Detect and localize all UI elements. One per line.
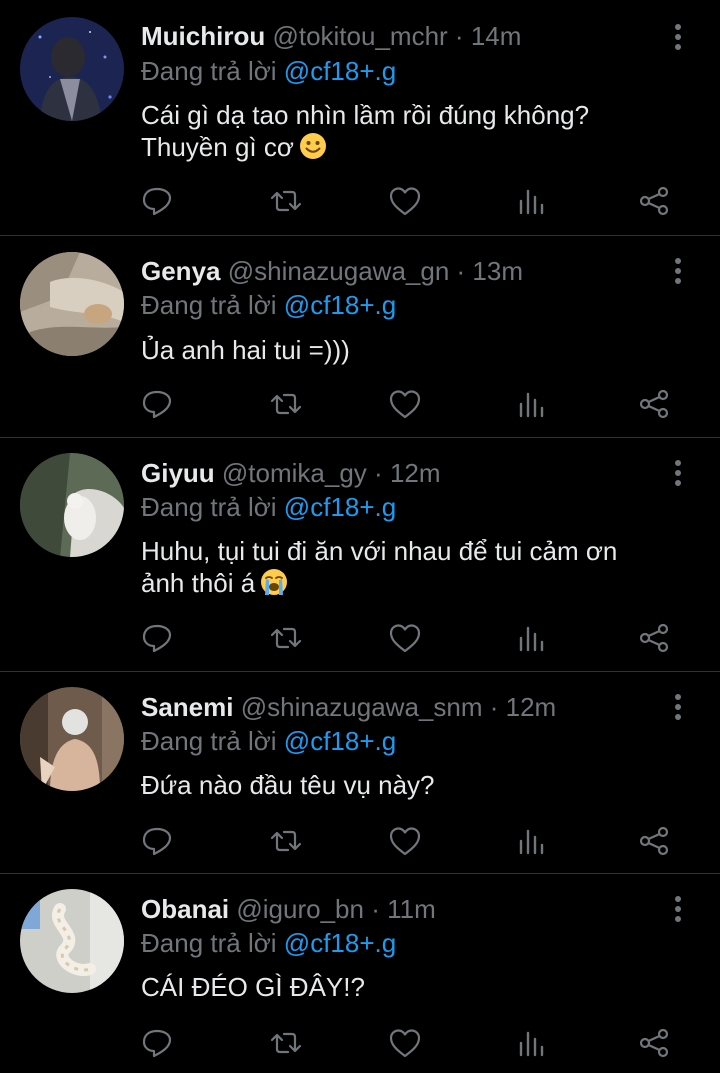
display-name[interactable]: Giyuu xyxy=(141,458,215,488)
views-icon[interactable] xyxy=(511,181,551,221)
share-icon[interactable] xyxy=(634,618,674,658)
replying-to: Đang trả lời @cf18+.g xyxy=(141,928,396,958)
share-icon[interactable] xyxy=(634,384,674,424)
replying-to: Đang trả lời @cf18+.g xyxy=(141,726,396,756)
replying-to: Đang trả lời @cf18+.g xyxy=(141,56,396,86)
tweet-text: Huhu, tụi tui đi ăn với nhau để tui cảm … xyxy=(141,535,681,599)
timestamp[interactable]: 12m xyxy=(390,458,441,488)
display-name[interactable]: Sanemi xyxy=(141,692,234,722)
share-icon[interactable] xyxy=(634,181,674,221)
display-name[interactable]: Muichirou xyxy=(141,21,265,51)
timestamp[interactable]: 13m xyxy=(472,256,523,286)
share-icon[interactable] xyxy=(634,821,674,861)
more-options-icon[interactable] xyxy=(666,22,690,52)
tweet-card[interactable]: Sanemi @shinazugawa_snm · 12m Đang trả l… xyxy=(0,671,720,873)
replying-to-label: Đang trả lời xyxy=(141,928,277,958)
tweet-text: Đứa nào đầu têu vụ này? xyxy=(141,769,681,801)
share-icon[interactable] xyxy=(634,1023,674,1063)
avatar[interactable] xyxy=(20,889,124,993)
tweet-text-line: CÁI ĐÉO GÌ ĐÂY!? xyxy=(141,972,365,1002)
like-icon[interactable] xyxy=(385,821,425,861)
avatar[interactable] xyxy=(20,17,124,121)
tweet-header: Obanai @iguro_bn · 11m xyxy=(141,894,436,924)
avatar[interactable] xyxy=(20,252,124,356)
replying-to-label: Đang trả lời xyxy=(141,492,277,522)
reply-icon[interactable] xyxy=(137,821,177,861)
like-icon[interactable] xyxy=(385,618,425,658)
mention-link[interactable]: @cf18+.g xyxy=(284,928,396,958)
separator-dot: · xyxy=(374,458,383,488)
separator-dot: · xyxy=(371,894,380,924)
views-icon[interactable] xyxy=(511,384,551,424)
tweet-header: Giyuu @tomika_gy · 12m xyxy=(141,458,441,488)
timestamp[interactable]: 11m xyxy=(387,894,436,924)
tweet-card[interactable]: Genya @shinazugawa_gn · 13m Đang trả lời… xyxy=(0,235,720,437)
smiling-face-emoji xyxy=(299,133,326,159)
tweet-actions xyxy=(0,821,720,861)
replying-to: Đang trả lời @cf18+.g xyxy=(141,290,396,320)
mention-link[interactable]: @cf18+.g xyxy=(284,726,396,756)
views-icon[interactable] xyxy=(511,821,551,861)
user-handle[interactable]: @tokitou_mchr xyxy=(272,21,447,51)
retweet-icon[interactable] xyxy=(266,821,306,861)
tweet-header: Sanemi @shinazugawa_snm · 12m xyxy=(141,692,556,722)
tweet-text-line: Ủa anh hai tui =))) xyxy=(141,335,350,365)
timestamp[interactable]: 12m xyxy=(506,692,557,722)
tweet-text-line: Đứa nào đầu têu vụ này? xyxy=(141,770,435,800)
tweet-text-line: Huhu, tụi tui đi ăn với nhau để tui cảm … xyxy=(141,536,618,566)
more-options-icon[interactable] xyxy=(666,256,690,286)
tweet-text: CÁI ĐÉO GÌ ĐÂY!? xyxy=(141,971,681,1003)
display-name[interactable]: Genya xyxy=(141,256,221,286)
tweet-text: Cái gì dạ tao nhìn lầm rồi đúng không? T… xyxy=(141,99,681,163)
tweet-card[interactable]: Giyuu @tomika_gy · 12m Đang trả lời @cf1… xyxy=(0,437,720,671)
replying-to: Đang trả lời @cf18+.g xyxy=(141,492,396,522)
replying-to-label: Đang trả lời xyxy=(141,290,277,320)
tweet-header: Muichirou @tokitou_mchr · 14m xyxy=(141,21,521,51)
tweet-actions xyxy=(0,618,720,658)
user-handle[interactable]: @iguro_bn xyxy=(236,894,364,924)
mention-link[interactable]: @cf18+.g xyxy=(284,56,396,86)
replying-to-label: Đang trả lời xyxy=(141,726,277,756)
tweet-header: Genya @shinazugawa_gn · 13m xyxy=(141,256,523,286)
tweet-text: Ủa anh hai tui =))) xyxy=(141,334,681,366)
retweet-icon[interactable] xyxy=(266,181,306,221)
retweet-icon[interactable] xyxy=(266,618,306,658)
retweet-icon[interactable] xyxy=(266,384,306,424)
replying-to-label: Đang trả lời xyxy=(141,56,277,86)
retweet-icon[interactable] xyxy=(266,1023,306,1063)
like-icon[interactable] xyxy=(385,181,425,221)
reply-icon[interactable] xyxy=(137,1023,177,1063)
mention-link[interactable]: @cf18+.g xyxy=(284,290,396,320)
user-handle[interactable]: @shinazugawa_snm xyxy=(241,692,483,722)
separator-dot: · xyxy=(454,21,464,51)
more-options-icon[interactable] xyxy=(666,458,690,488)
more-options-icon[interactable] xyxy=(666,894,690,924)
more-options-icon[interactable] xyxy=(666,692,690,722)
tweet-actions xyxy=(0,181,720,221)
tweet-text-line: Cái gì dạ tao nhìn lầm rồi đúng không? xyxy=(141,100,590,130)
user-handle[interactable]: @tomika_gy xyxy=(222,458,367,488)
loudly-crying-face-emoji xyxy=(261,569,288,595)
avatar[interactable] xyxy=(20,687,124,791)
separator-dot: · xyxy=(456,256,466,286)
tweet-card[interactable]: Obanai @iguro_bn · 11m Đang trả lời @cf1… xyxy=(0,873,720,1073)
separator-dot: · xyxy=(489,692,499,722)
user-handle[interactable]: @shinazugawa_gn xyxy=(228,256,450,286)
timestamp[interactable]: 14m xyxy=(471,21,522,51)
avatar[interactable] xyxy=(20,453,124,557)
reply-icon[interactable] xyxy=(137,618,177,658)
like-icon[interactable] xyxy=(385,1023,425,1063)
like-icon[interactable] xyxy=(385,384,425,424)
tweet-card[interactable]: Muichirou @tokitou_mchr · 14m Đang trả l… xyxy=(0,0,720,235)
tweet-text-line: Thuyền gì cơ xyxy=(141,132,294,162)
display-name[interactable]: Obanai xyxy=(141,894,229,924)
tweet-actions xyxy=(0,1023,720,1063)
tweet-actions xyxy=(0,384,720,424)
mention-link[interactable]: @cf18+.g xyxy=(284,492,396,522)
reply-icon[interactable] xyxy=(137,181,177,221)
views-icon[interactable] xyxy=(511,1023,551,1063)
views-icon[interactable] xyxy=(511,618,551,658)
reply-icon[interactable] xyxy=(137,384,177,424)
tweet-text-line: ảnh thôi á xyxy=(141,568,256,598)
